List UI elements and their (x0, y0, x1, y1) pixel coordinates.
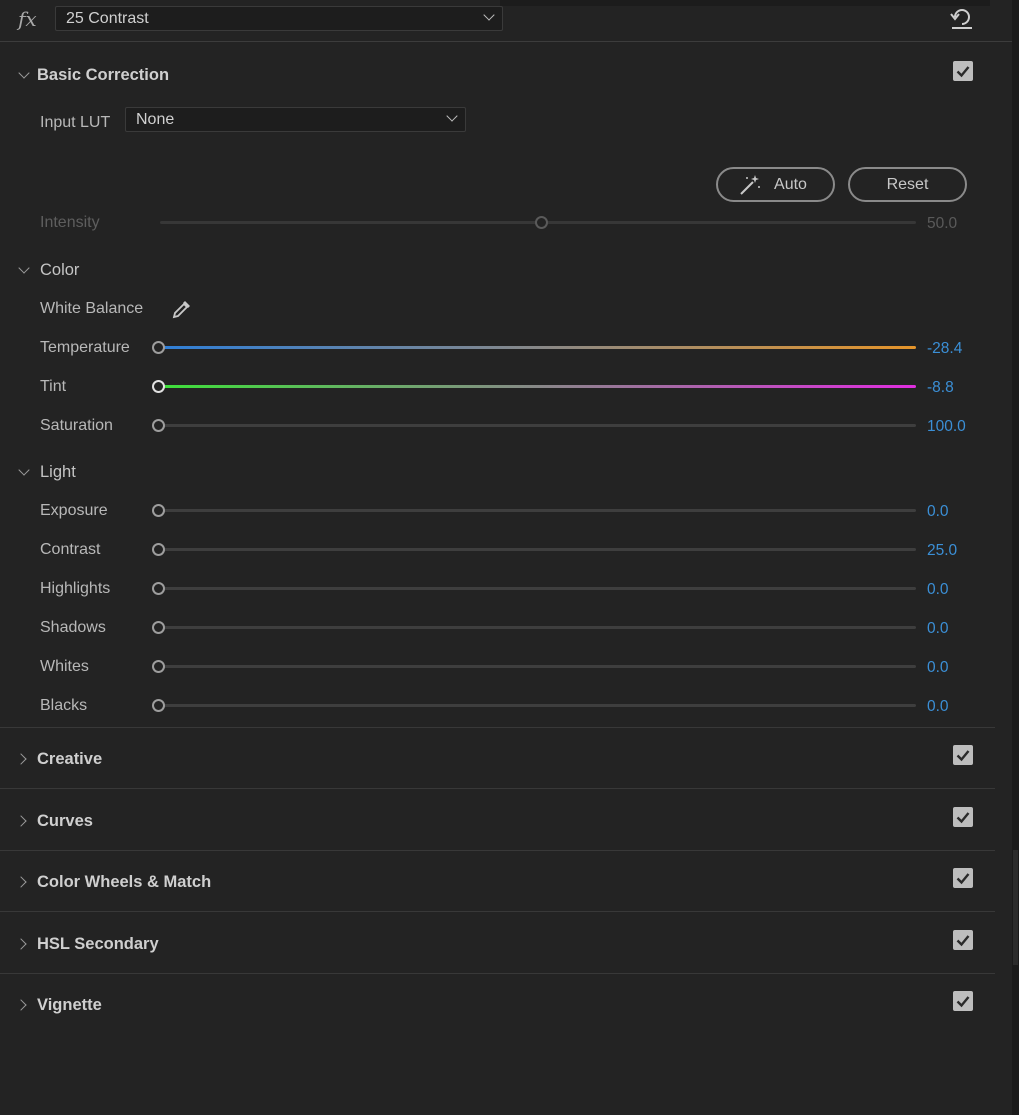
white-balance-label: White Balance (40, 300, 144, 317)
intensity-value[interactable]: 50.0 (927, 215, 957, 233)
intensity-slider-handle[interactable] (535, 216, 548, 229)
highlights-value[interactable]: 0.0 (927, 581, 949, 599)
tint-value[interactable]: -8.8 (927, 379, 954, 397)
color-subsection-title[interactable]: Color (40, 261, 79, 280)
section-creative-header[interactable]: Creative (0, 745, 995, 775)
shadows-slider-handle[interactable] (152, 621, 165, 634)
checkmark-icon (956, 996, 970, 1008)
section-color-wheels-title: Color Wheels & Match (37, 873, 212, 891)
section-color-wheels-enable-checkbox[interactable] (953, 868, 973, 888)
exposure-label: Exposure (40, 502, 108, 519)
checkmark-icon (956, 750, 970, 762)
chevron-down-icon[interactable] (18, 464, 30, 476)
highlights-slider-track[interactable] (160, 587, 916, 590)
intensity-label: Intensity (40, 214, 100, 231)
preset-dropdown[interactable]: 25 Contrast (55, 6, 503, 31)
section-vignette-header[interactable]: Vignette (0, 991, 995, 1021)
shadows-slider-track[interactable] (160, 626, 916, 629)
chevron-right-icon (15, 815, 27, 827)
blacks-label: Blacks (40, 697, 88, 714)
section-vignette-enable-checkbox[interactable] (953, 991, 973, 1011)
scrollbar-thumb[interactable] (1013, 850, 1018, 965)
header-strip (500, 0, 990, 6)
basic-correction-title: Basic Correction (37, 66, 170, 84)
temperature-label: Temperature (40, 339, 130, 356)
section-curves-header[interactable]: Curves (0, 807, 995, 837)
blacks-slider-handle[interactable] (152, 699, 165, 712)
tint-slider-handle[interactable] (152, 380, 165, 393)
checkmark-icon (956, 66, 970, 78)
effect-header: fx 25 Contrast (0, 0, 1019, 42)
exposure-value[interactable]: 0.0 (927, 503, 949, 521)
checkmark-icon (956, 873, 970, 885)
section-creative-enable-checkbox[interactable] (953, 745, 973, 765)
panel-scrollbar[interactable] (1012, 0, 1019, 1115)
whites-slider-handle[interactable] (152, 660, 165, 673)
chevron-right-icon (15, 938, 27, 950)
basic-correction-header[interactable]: Basic Correction (0, 61, 995, 91)
preset-dropdown-value: 25 Contrast (66, 10, 149, 27)
exposure-slider-track[interactable] (160, 509, 916, 512)
saturation-label: Saturation (40, 417, 113, 434)
eyedropper-icon[interactable] (170, 297, 194, 321)
section-curves-title: Curves (37, 812, 93, 830)
chevron-right-icon (15, 876, 27, 888)
whites-label: Whites (40, 658, 89, 675)
reset-button[interactable]: Reset (848, 167, 967, 202)
checkmark-icon (956, 812, 970, 824)
section-hsl-secondary-enable-checkbox[interactable] (953, 930, 973, 950)
fx-label: fx (18, 7, 37, 31)
exposure-slider-handle[interactable] (152, 504, 165, 517)
input-lut-dropdown[interactable]: None (125, 107, 466, 132)
whites-value[interactable]: 0.0 (927, 659, 949, 677)
section-divider (0, 788, 995, 789)
chevron-down-icon (18, 67, 30, 79)
input-lut-label: Input LUT (40, 114, 111, 131)
chevron-down-icon[interactable] (18, 262, 30, 274)
highlights-label: Highlights (40, 580, 111, 597)
temperature-value[interactable]: -28.4 (927, 340, 962, 358)
reset-parameter-icon[interactable] (950, 8, 974, 30)
section-vignette-title: Vignette (37, 996, 102, 1014)
input-lut-value: None (136, 111, 175, 128)
saturation-slider-track[interactable] (160, 424, 916, 427)
chevron-down-icon (483, 9, 495, 21)
contrast-value[interactable]: 25.0 (927, 542, 957, 560)
auto-button-label: Auto (774, 176, 807, 193)
highlights-slider-handle[interactable] (152, 582, 165, 595)
section-divider (0, 727, 995, 728)
temperature-slider-handle[interactable] (152, 341, 165, 354)
chevron-right-icon (15, 753, 27, 765)
shadows-value[interactable]: 0.0 (927, 620, 949, 638)
light-subsection-title[interactable]: Light (40, 463, 76, 482)
reset-button-label: Reset (886, 176, 929, 193)
section-divider (0, 911, 995, 912)
blacks-slider-track[interactable] (160, 704, 916, 707)
tint-slider-track[interactable] (160, 385, 916, 388)
blacks-value[interactable]: 0.0 (927, 698, 949, 716)
section-color-wheels-header[interactable]: Color Wheels & Match (0, 868, 995, 898)
section-hsl-secondary-title: HSL Secondary (37, 935, 159, 953)
section-hsl-secondary-header[interactable]: HSL Secondary (0, 930, 995, 960)
section-divider (0, 973, 995, 974)
shadows-label: Shadows (40, 619, 106, 636)
basic-correction-enable-checkbox[interactable] (953, 61, 973, 81)
auto-button[interactable]: Auto (716, 167, 835, 202)
saturation-value[interactable]: 100.0 (927, 418, 966, 436)
tint-label: Tint (40, 378, 67, 395)
chevron-down-icon (446, 110, 458, 122)
checkmark-icon (956, 935, 970, 947)
section-curves-enable-checkbox[interactable] (953, 807, 973, 827)
chevron-right-icon (15, 999, 27, 1011)
section-divider (0, 850, 995, 851)
contrast-slider-track[interactable] (160, 548, 916, 551)
whites-slider-track[interactable] (160, 665, 916, 668)
magic-wand-icon (740, 175, 760, 195)
temperature-slider-track[interactable] (160, 346, 916, 349)
contrast-slider-handle[interactable] (152, 543, 165, 556)
section-creative-title: Creative (37, 750, 103, 768)
saturation-slider-handle[interactable] (152, 419, 165, 432)
contrast-label: Contrast (40, 541, 101, 558)
